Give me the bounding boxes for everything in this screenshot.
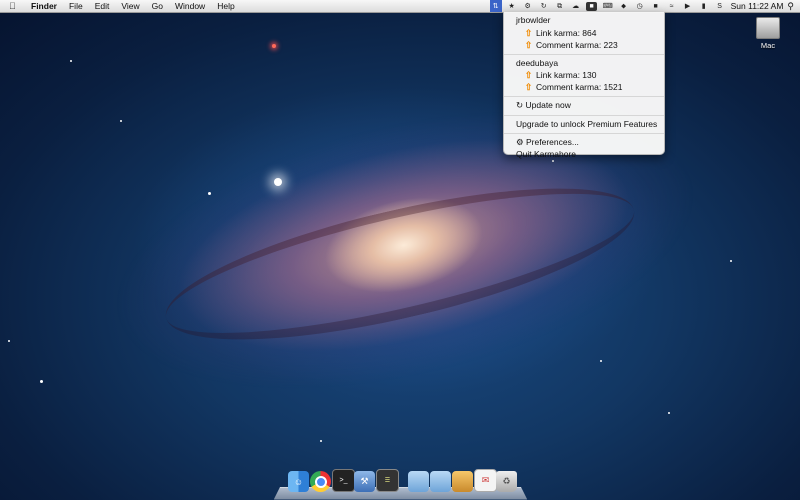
comment-karma-label: Comment karma: 223 (536, 39, 618, 50)
menu-edit[interactable]: Edit (95, 0, 110, 12)
copy-icon[interactable]: ⧉ (554, 2, 565, 11)
star (208, 192, 211, 195)
documents-folder-icon[interactable] (430, 471, 451, 492)
update-now-label: Update now (525, 100, 571, 110)
bluetooth-icon[interactable]: ⬥ (618, 2, 629, 11)
link-karma-item[interactable]: ⇧ Link karma: 130 (504, 69, 664, 81)
apple-icon[interactable]:  (9, 0, 21, 12)
karmahore-dropdown-menu: jrbowlder ⇧ Link karma: 864 ⇧ Comment ka… (503, 12, 665, 159)
wifi-icon[interactable]: ≈ (666, 2, 677, 11)
refresh-icon: ↻ (516, 100, 524, 110)
menu-separator (504, 53, 664, 55)
menu-help[interactable]: Help (217, 0, 234, 12)
hard-drive-icon (756, 17, 780, 39)
star (600, 360, 602, 362)
comment-karma-label: Comment karma: 1521 (536, 82, 623, 92)
quit-item[interactable]: Quit Karmahore (504, 149, 664, 161)
menu-clock[interactable]: Sun 11:22 AM (731, 1, 784, 11)
finder-icon[interactable]: ☺ (288, 471, 309, 492)
up-arrow-icon: ⇧ (524, 27, 533, 38)
console-icon[interactable]: ☰ (376, 469, 399, 492)
menu-view[interactable]: View (121, 0, 139, 12)
chrome-icon[interactable] (310, 471, 331, 492)
star (272, 44, 276, 48)
desktop-wallpaper (0, 0, 800, 500)
cloud-icon[interactable]: ☁ (570, 2, 581, 11)
preferences-item[interactable]: ⚙ Preferences... (504, 137, 664, 149)
mail-icon[interactable]: ✉ (474, 469, 497, 492)
status-menus: ⇅ ★ ⚙ ↻ ⧉ ☁ ■ ⌨ ⬥ ◷ ■ ≈ ▶ ▮ S Sun 11:22 … (488, 0, 800, 12)
preferences-label: Preferences... (526, 137, 579, 147)
link-karma-label: Link karma: 864 (536, 27, 597, 38)
star (274, 178, 282, 186)
sync-icon[interactable]: ↻ (538, 2, 549, 11)
gear-icon: ⚙ (516, 137, 524, 147)
menu-finder[interactable]: Finder (31, 0, 57, 12)
hard-drive-desktop-item[interactable]: Mac (756, 17, 780, 50)
link-karma-item[interactable]: ⇧ Link karma: 864 (504, 27, 664, 39)
comment-karma-item[interactable]: ⇧ Comment karma: 223 (504, 39, 664, 51)
hard-drive-label: Mac (760, 41, 776, 50)
star (8, 340, 10, 342)
star (70, 60, 72, 62)
star (730, 260, 732, 262)
star (40, 380, 43, 383)
menu-separator (504, 133, 664, 134)
lock-icon[interactable]: ■ (650, 2, 661, 11)
dock: ☺ >_ ⚒ ☰ ✉ ♻ (273, 466, 528, 500)
comment-karma-item[interactable]: ⇧ Comment karma: 1521 (504, 81, 664, 93)
keyboard-icon[interactable]: ⌨ (602, 2, 613, 11)
menu-bar:  Finder File Edit View Go Window Help ⇅… (0, 0, 800, 13)
xcode-icon[interactable]: ⚒ (354, 471, 375, 492)
star (552, 160, 554, 162)
up-arrow-icon: ⇧ (524, 70, 533, 80)
link-karma-label: Link karma: 130 (536, 70, 597, 80)
applications-folder-icon[interactable] (408, 471, 429, 492)
terminal-icon[interactable]: >_ (332, 469, 355, 492)
input-source-icon[interactable]: S (714, 2, 725, 11)
spotlight-search-icon[interactable]: ⚲ (787, 1, 794, 12)
upgrade-premium-item[interactable]: Upgrade to unlock Premium Features (504, 119, 664, 131)
star (668, 412, 670, 414)
time-machine-icon[interactable]: ◷ (634, 2, 645, 11)
account-username: deedubaya (516, 57, 559, 68)
menu-go[interactable]: Go (152, 0, 163, 12)
up-arrow-icon: ⇧ (524, 39, 533, 50)
network-icon[interactable]: ⚙ (522, 2, 533, 11)
volume-icon[interactable]: ▶ (682, 2, 693, 11)
menu-file[interactable]: File (69, 0, 83, 12)
menu-window[interactable]: Window (175, 0, 205, 12)
menu-separator (504, 114, 664, 116)
display-icon[interactable]: ■ (586, 1, 598, 11)
trash-icon[interactable]: ♻ (496, 471, 517, 492)
stack-icon[interactable] (452, 471, 473, 492)
up-arrow-icon: ⇧ (524, 82, 533, 92)
menu-separator (504, 96, 664, 97)
update-now-item[interactable]: ↻ Update now (504, 100, 664, 112)
adium-icon[interactable]: ★ (506, 2, 517, 11)
star (120, 120, 122, 122)
battery-icon[interactable]: ▮ (698, 2, 709, 11)
account-username: jrbowlder (516, 15, 551, 25)
karmahore-icon[interactable]: ⇅ (489, 0, 502, 12)
star (320, 440, 322, 442)
